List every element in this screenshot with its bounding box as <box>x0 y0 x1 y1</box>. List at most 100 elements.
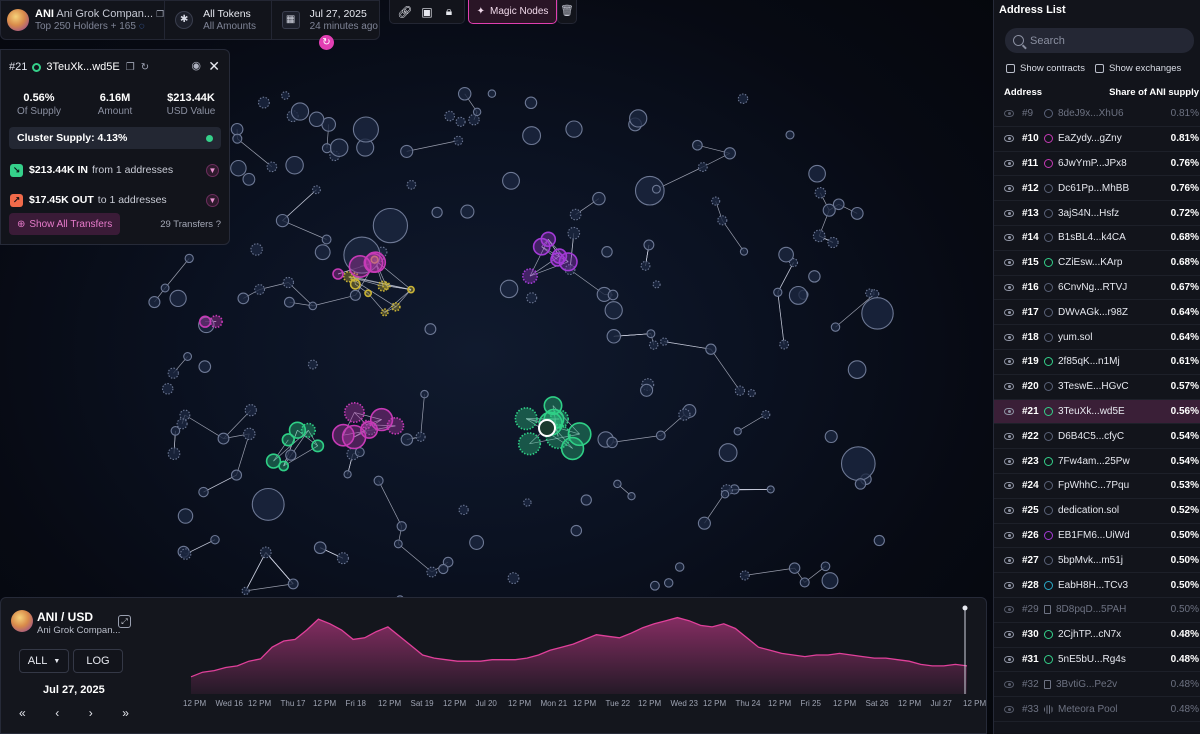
holder-node[interactable] <box>373 475 384 486</box>
holder-node[interactable] <box>580 494 592 506</box>
holder-node[interactable] <box>241 586 250 596</box>
holder-node[interactable] <box>663 578 674 588</box>
holder-node[interactable] <box>313 541 327 555</box>
token-filter[interactable]: ✱ All Tokens All Amounts <box>164 0 270 40</box>
trash-button[interactable]: 🗑︎ <box>557 0 577 24</box>
date-cursor-handle[interactable] <box>962 605 968 611</box>
holder-node[interactable] <box>870 289 880 299</box>
holder-node[interactable] <box>737 93 749 104</box>
holder-node[interactable] <box>718 443 738 463</box>
holder-node[interactable] <box>257 96 270 109</box>
holder-node[interactable] <box>177 508 194 524</box>
row-address[interactable]: D6B4C5...cfyC <box>1058 431 1124 442</box>
row-address[interactable]: 3TeswE...HGvC <box>1058 381 1129 392</box>
holder-node[interactable] <box>167 447 181 460</box>
holder-node[interactable] <box>232 133 243 144</box>
address-row[interactable]: #14 B1sBL4...k4CA 0.68% <box>994 226 1200 251</box>
row-address[interactable]: 5bpMvk...m51j <box>1058 555 1123 566</box>
holder-node[interactable] <box>822 203 836 217</box>
holder-node[interactable] <box>183 352 193 361</box>
eye-icon[interactable] <box>1004 135 1014 143</box>
holder-node[interactable] <box>739 247 749 256</box>
holder-node[interactable] <box>649 580 660 591</box>
row-address[interactable]: EaZydy...gZny <box>1058 133 1122 144</box>
holder-node[interactable] <box>308 111 325 128</box>
holder-node[interactable] <box>364 251 387 274</box>
holder-node[interactable] <box>407 285 415 294</box>
holder-node[interactable] <box>360 420 379 439</box>
holder-node[interactable] <box>723 147 736 160</box>
magic-nodes-button[interactable]: ✦ Magic Nodes <box>468 0 557 24</box>
holder-node[interactable] <box>266 161 278 173</box>
holder-node[interactable] <box>431 206 443 219</box>
chevron-down-icon[interactable]: ▼ <box>206 193 219 207</box>
address-row[interactable]: #24 FpWhhC...7Pqu 0.53% <box>994 474 1200 499</box>
holder-node[interactable] <box>210 534 220 545</box>
holder-node[interactable] <box>655 430 666 441</box>
holder-node[interactable] <box>354 447 365 458</box>
holder-node[interactable] <box>507 572 520 585</box>
eye-icon[interactable] <box>1004 606 1014 614</box>
holder-node[interactable] <box>567 226 581 240</box>
date-picker[interactable]: ▦ Jul 27, 2025 24 minutes ago <box>270 0 379 40</box>
address-row[interactable]: #23 7Fw4am...25Pw 0.54% <box>994 449 1200 474</box>
eye-icon[interactable] <box>1004 308 1014 316</box>
holder-node[interactable] <box>161 383 174 395</box>
holder-node[interactable] <box>847 360 867 379</box>
holder-node[interactable] <box>377 280 389 292</box>
eye-icon[interactable] <box>1004 457 1014 465</box>
holder-node[interactable] <box>372 207 409 244</box>
expand-icon[interactable]: ⤢ <box>118 615 131 628</box>
holder-node[interactable] <box>444 110 456 122</box>
holder-node[interactable] <box>821 572 839 590</box>
first-page-icon[interactable]: « <box>19 706 26 720</box>
holder-node[interactable] <box>840 446 876 481</box>
holder-node[interactable] <box>308 301 318 311</box>
holder-node[interactable] <box>311 439 325 453</box>
last-page-icon[interactable]: » <box>122 706 129 720</box>
holder-node[interactable] <box>861 297 894 330</box>
holder-node[interactable] <box>321 234 332 245</box>
holder-node[interactable] <box>198 315 212 328</box>
eye-icon[interactable] <box>1004 209 1014 217</box>
holder-node[interactable] <box>282 276 295 289</box>
row-address[interactable]: 8D8pqD...5PAH <box>1056 604 1126 615</box>
holder-node[interactable] <box>167 367 179 379</box>
holder-node[interactable] <box>380 308 389 317</box>
holder-node[interactable] <box>352 116 379 143</box>
holder-node[interactable] <box>420 389 429 399</box>
holder-node[interactable] <box>364 289 372 298</box>
holder-node[interactable] <box>242 172 256 186</box>
holder-node[interactable] <box>808 164 826 183</box>
holder-node[interactable] <box>779 339 790 350</box>
holder-node[interactable] <box>739 570 750 581</box>
address-row[interactable]: #27 5bpMvk...m51j 0.50% <box>994 548 1200 574</box>
holder-node[interactable] <box>606 329 622 344</box>
row-address[interactable]: dedication.sol <box>1058 505 1119 516</box>
holder-node[interactable] <box>532 237 551 256</box>
address-row[interactable]: #29 8D8pqD...5PAH 0.50% <box>994 598 1200 623</box>
address-row[interactable]: #21 3TeuXk...wd5E 0.56% <box>994 399 1200 425</box>
holder-node[interactable] <box>692 139 703 151</box>
holder-node[interactable] <box>734 385 746 396</box>
address-row[interactable]: #18 yum.sol 0.64% <box>994 325 1200 350</box>
holder-node[interactable] <box>640 260 651 271</box>
holder-node[interactable] <box>285 449 297 461</box>
holder-node[interactable] <box>472 107 482 117</box>
address-row[interactable]: #16 6CnvNg...RTVJ 0.67% <box>994 276 1200 301</box>
holder-node[interactable] <box>230 469 243 481</box>
holder-node[interactable] <box>629 109 648 128</box>
row-address[interactable]: EB1FM6...UiWd <box>1058 530 1130 541</box>
holder-node[interactable] <box>627 492 636 501</box>
holder-node[interactable] <box>674 562 685 572</box>
address-row[interactable]: #19 2f85qK...n1Mj 0.61% <box>994 350 1200 375</box>
holder-node[interactable] <box>526 292 538 304</box>
address-row[interactable]: #11 6JwYmP...JPx8 0.76% <box>994 152 1200 177</box>
holder-node[interactable] <box>522 126 542 146</box>
holder-node[interactable] <box>170 426 181 436</box>
eye-icon[interactable] <box>1004 631 1014 639</box>
holder-node[interactable] <box>230 159 247 177</box>
holder-node[interactable] <box>391 301 401 312</box>
holder-node[interactable] <box>697 516 711 530</box>
row-address[interactable]: EabH8H...TCv3 <box>1058 580 1128 591</box>
